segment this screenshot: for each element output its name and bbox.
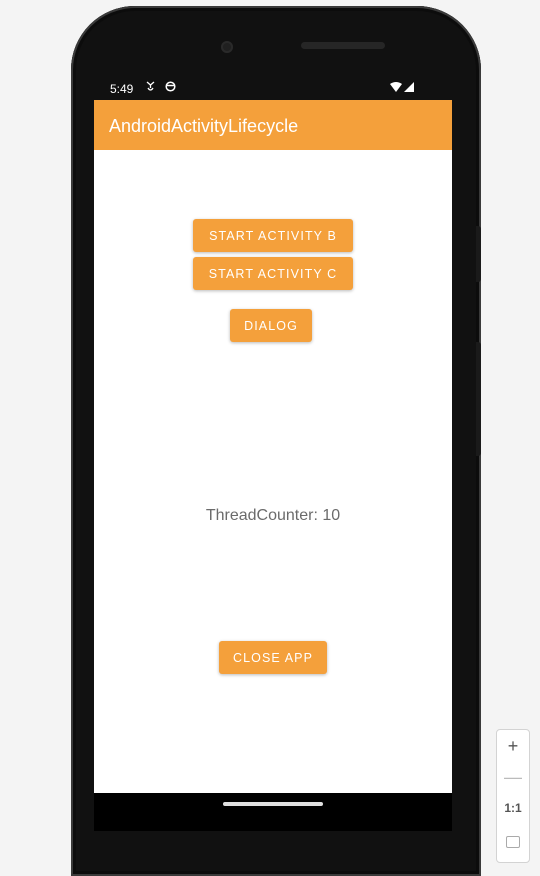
fit-screen-icon bbox=[506, 836, 520, 848]
activity-content: START ACTIVITY B START ACTIVITY C DIALOG… bbox=[94, 150, 452, 793]
volume-button[interactable] bbox=[476, 342, 481, 456]
thread-counter-label: ThreadCounter: 10 bbox=[205, 507, 341, 524]
fit-screen-button[interactable] bbox=[497, 827, 529, 857]
status-icons-right bbox=[390, 81, 414, 95]
navigation-bar bbox=[94, 793, 452, 831]
dialog-button[interactable]: DIALOG bbox=[230, 309, 312, 342]
usb-debug-icon bbox=[146, 81, 155, 95]
close-app-button[interactable]: CLOSE APP bbox=[219, 641, 327, 674]
status-icons-left bbox=[146, 81, 176, 95]
start-activity-c-button[interactable]: START ACTIVITY C bbox=[193, 257, 353, 290]
zoom-in-button[interactable]: + bbox=[497, 731, 529, 761]
zoom-controls: + — 1:1 bbox=[496, 729, 530, 863]
signal-icon bbox=[404, 81, 414, 95]
earpiece-speaker bbox=[301, 42, 385, 49]
zoom-out-button[interactable]: — bbox=[497, 762, 529, 792]
power-button[interactable] bbox=[476, 226, 481, 282]
status-bar: 5:49 bbox=[94, 76, 452, 100]
status-time: 5:49 bbox=[110, 82, 134, 96]
app-title: AndroidActivityLifecycle bbox=[109, 116, 299, 136]
sync-icon bbox=[165, 81, 176, 95]
app-bar: AndroidActivityLifecycle bbox=[94, 100, 452, 150]
actual-size-button[interactable]: 1:1 bbox=[497, 793, 529, 823]
front-camera bbox=[221, 41, 233, 53]
start-activity-b-button[interactable]: START ACTIVITY B bbox=[193, 219, 353, 252]
home-gesture-pill[interactable] bbox=[223, 802, 323, 806]
wifi-icon bbox=[390, 81, 402, 95]
